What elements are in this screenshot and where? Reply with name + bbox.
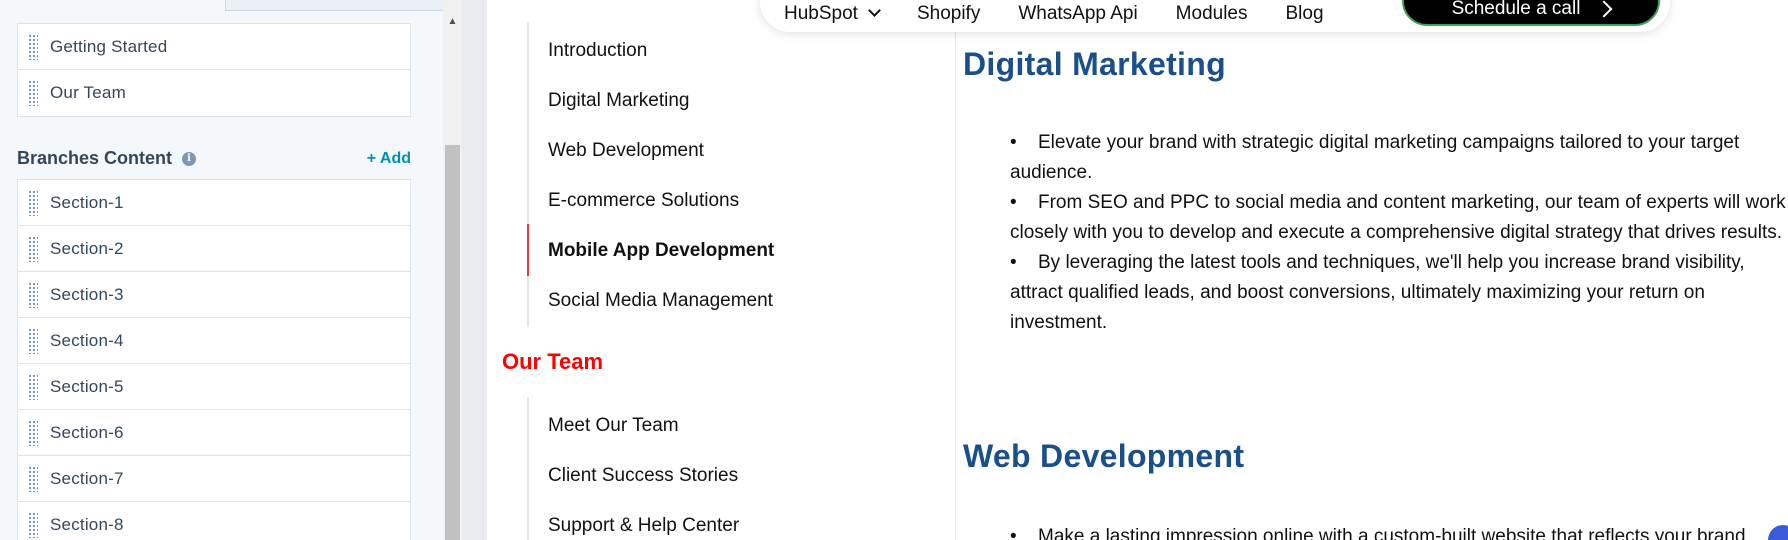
list-item[interactable]: Section-7	[18, 456, 410, 502]
section-heading: Digital Marketing	[963, 46, 1226, 82]
list-item-label: Getting Started	[50, 36, 168, 56]
drag-handle-icon[interactable]	[28, 235, 38, 262]
add-branch-button[interactable]: + Add	[367, 150, 411, 168]
toc-rail	[527, 22, 529, 327]
info-icon[interactable]: i	[182, 151, 197, 166]
pages-list: Getting Started Our Team	[17, 23, 411, 117]
list-item-label: Section-4	[50, 330, 124, 350]
branches-list: Section-1 Section-2 Section-3 Section-4 …	[17, 179, 411, 540]
drag-handle-icon[interactable]	[28, 419, 38, 446]
section-heading: Web Development	[963, 438, 1245, 474]
list-item-label: Section-8	[50, 515, 124, 534]
list-item: • Make a lasting impression online with a…	[1010, 522, 1788, 540]
panel-tab-strip	[225, 0, 461, 11]
list-item-label: Section-6	[50, 422, 124, 442]
nav-item-modules[interactable]: Modules	[1176, 0, 1248, 25]
list-item-label: Section-2	[50, 238, 124, 258]
preview-page: Introduction Digital Marketing Web Devel…	[487, 0, 1788, 540]
list-item[interactable]: Section-1	[18, 180, 410, 226]
site-navbar: HubSpot Shopify WhatsApp Api Modules Blo…	[760, 0, 1670, 32]
list-item-label: Section-1	[50, 192, 124, 212]
scrollbar-thumb[interactable]	[445, 145, 460, 540]
drag-handle-icon[interactable]	[28, 80, 38, 106]
toc-link[interactable]: Introduction	[548, 40, 647, 62]
toc-link[interactable]: Meet Our Team	[548, 415, 679, 437]
bullet-text: Make a lasting impression online with a …	[1038, 526, 1746, 540]
toc-link[interactable]: Digital Marketing	[548, 90, 690, 112]
drag-handle-icon[interactable]	[28, 512, 38, 538]
scroll-up-arrow-icon[interactable]: ▲	[443, 16, 462, 27]
bullet-text: Elevate your brand with strategic digita…	[1010, 132, 1740, 183]
toc-active-indicator	[527, 224, 529, 276]
chevron-down-icon	[868, 4, 881, 17]
drag-handle-icon[interactable]	[28, 189, 38, 216]
arrow-right-icon	[1595, 0, 1613, 18]
list-item: • Elevate your brand with strategic digit…	[1010, 132, 1740, 183]
nav-item-blog[interactable]: Blog	[1286, 0, 1324, 25]
drag-handle-icon[interactable]	[28, 33, 38, 60]
list-item[interactable]: Our Team	[18, 70, 410, 116]
list-item[interactable]: Getting Started	[18, 24, 410, 70]
nav-item-shopify[interactable]: Shopify	[917, 0, 980, 25]
toc-link[interactable]: Web Development	[548, 140, 704, 162]
list-item[interactable]: Section-5	[18, 364, 410, 410]
toc-link-active[interactable]: Mobile App Development	[548, 240, 774, 262]
nav-item-hubspot[interactable]: HubSpot	[784, 0, 881, 25]
toc-link[interactable]: Social Media Management	[548, 290, 773, 312]
list-item[interactable]: Section-6	[18, 410, 410, 456]
drag-handle-icon[interactable]	[28, 281, 38, 308]
list-item[interactable]: Section-8	[18, 502, 410, 540]
list-item[interactable]: Section-3	[18, 272, 410, 318]
drag-handle-icon[interactable]	[28, 465, 38, 492]
schedule-call-button[interactable]: Schedule a call	[1402, 0, 1660, 26]
scrollbar[interactable]: ▲	[443, 0, 462, 540]
toc-group-heading[interactable]: Our Team	[502, 349, 603, 375]
list-item: • By leveraging the latest tools and tech…	[1010, 252, 1745, 333]
list-item-label: Section-7	[50, 468, 124, 488]
list-item[interactable]: Section-2	[18, 226, 410, 272]
bullet-list: • Make a lasting impression online with a…	[1010, 522, 1788, 540]
page-preview: Introduction Digital Marketing Web Devel…	[462, 0, 1788, 540]
list-item-label: Our Team	[50, 83, 126, 102]
column-divider	[955, 0, 956, 540]
editor-panel: Getting Started Our Team Branches Conten…	[0, 0, 462, 540]
bullet-text: By leveraging the latest tools and techn…	[1010, 252, 1745, 333]
bullet-text: From SEO and PPC to social media and con…	[1010, 192, 1786, 243]
toc-link[interactable]: Client Success Stories	[548, 465, 738, 487]
toc-rail	[527, 397, 529, 540]
nav-item-whatsapp-api[interactable]: WhatsApp Api	[1018, 0, 1137, 25]
section-title: Branches Content	[17, 148, 173, 168]
cta-label: Schedule a call	[1451, 0, 1581, 19]
drag-handle-icon[interactable]	[28, 373, 38, 400]
bullet-list: • Elevate your brand with strategic digit…	[1010, 128, 1788, 338]
list-item-label: Section-3	[50, 284, 124, 304]
toc-link[interactable]: Support & Help Center	[548, 515, 739, 537]
list-item: • From SEO and PPC to social media and co…	[1010, 192, 1786, 243]
branches-content-header: Branches Content i + Add	[17, 148, 411, 169]
list-item-label: Section-5	[50, 376, 124, 396]
list-item[interactable]: Section-4	[18, 318, 410, 364]
drag-handle-icon[interactable]	[28, 327, 38, 354]
nav-label: HubSpot	[784, 3, 858, 24]
toc-link[interactable]: E-commerce Solutions	[548, 190, 739, 212]
